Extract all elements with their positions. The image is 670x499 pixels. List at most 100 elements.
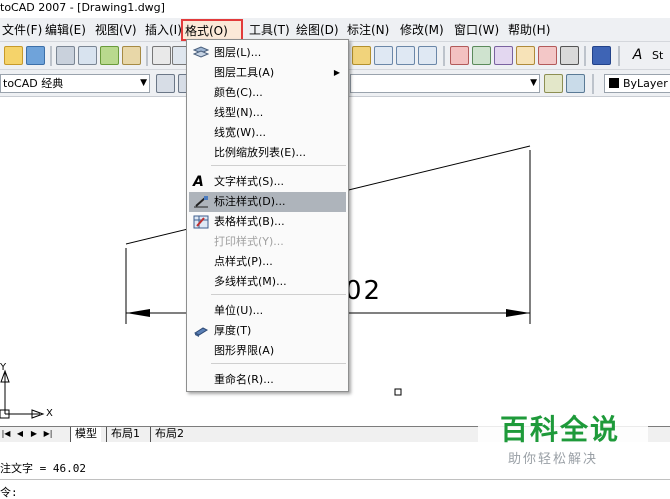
sheet-set-icon[interactable] [516, 46, 535, 65]
markup-icon[interactable] [538, 46, 557, 65]
plot-icon[interactable] [56, 46, 75, 65]
ucs-y-label: Y [0, 362, 7, 373]
tab-first-icon[interactable]: |◀ [0, 428, 12, 440]
menu-item-units[interactable]: 单位(U)... [189, 301, 346, 321]
menu-item-drawing-limits[interactable]: 图形界限(A) [189, 341, 346, 361]
dimension-style-icon [193, 195, 209, 209]
toolbar-separator [584, 46, 586, 66]
window-title: toCAD 2007 - [Drawing1.dwg] [0, 0, 670, 18]
3d-dwf-icon[interactable] [122, 46, 141, 65]
workspace-value: toCAD 经典 [3, 77, 64, 90]
plot-preview-icon[interactable] [78, 46, 97, 65]
tab-prev-icon[interactable]: ◀ [14, 428, 26, 440]
tab-layout2[interactable]: 布局2 [150, 427, 188, 442]
menu-item-color-label: 颜色(C)... [214, 86, 263, 99]
tab-next-icon[interactable]: ▶ [28, 428, 40, 440]
command-prompt[interactable]: 令: [0, 484, 18, 499]
layers-icon [192, 46, 210, 60]
color-select[interactable]: ByLayer [604, 74, 670, 93]
dimension-text: 02 [345, 276, 383, 306]
calculator-icon[interactable] [560, 46, 579, 65]
menu-item-multiline-style-label: 多线样式(M)... [214, 275, 287, 288]
cursor-pickbox-icon [394, 388, 402, 396]
menu-item-layer-tools-label: 图层工具(A) [214, 66, 275, 79]
menu-modify[interactable]: 修改(M) [398, 21, 446, 39]
publish-icon[interactable] [100, 46, 119, 65]
format-menu: 图层(L)... 图层工具(A) ▶ 颜色(C)... 线型(N)... 线宽(… [186, 39, 349, 392]
cut-icon[interactable] [152, 46, 171, 65]
tab-last-icon[interactable]: ▶| [42, 428, 54, 440]
menu-item-dimension-style[interactable]: 标注样式(D)... [189, 192, 346, 212]
menu-dimension[interactable]: 标注(N) [345, 21, 391, 39]
menu-tools[interactable]: 工具(T) [247, 21, 292, 39]
menu-view[interactable]: 视图(V) [93, 21, 139, 39]
qnew-icon[interactable] [4, 46, 23, 65]
properties-icon[interactable] [450, 46, 469, 65]
menu-item-rename[interactable]: 重命名(R)... [189, 370, 346, 390]
menu-format[interactable]: 格式(O) [181, 19, 243, 41]
menu-item-plot-style: 打印样式(Y)... [189, 232, 346, 252]
help-icon[interactable] [592, 46, 611, 65]
tab-layout1[interactable]: 布局1 [106, 427, 144, 442]
menu-file[interactable]: 文件(F) [0, 21, 44, 39]
menu-item-text-style-label: 文字样式(S)... [214, 175, 285, 188]
table-style-icon [193, 215, 209, 229]
tab-model[interactable]: 模型 [70, 427, 101, 442]
zoom-window-icon[interactable] [396, 46, 415, 65]
menu-item-thickness[interactable]: 厚度(T) [189, 321, 346, 341]
menu-separator [211, 363, 346, 364]
zoom-previous-icon[interactable] [418, 46, 437, 65]
menu-item-layer-tools[interactable]: 图层工具(A) ▶ [189, 63, 346, 83]
toolbar-separator [146, 46, 148, 66]
menu-separator [211, 165, 346, 166]
menu-item-color[interactable]: 颜色(C)... [189, 83, 346, 103]
menu-insert[interactable]: 插入(I) [143, 21, 184, 39]
toolbar-separator [618, 46, 620, 66]
menu-item-table-style[interactable]: 表格样式(B)... [189, 212, 346, 232]
text-style-toolbar-icon[interactable]: A [628, 46, 647, 65]
command-history-line: 注文字 = 46.02 [0, 462, 86, 475]
menu-item-layer[interactable]: 图层(L)... [189, 43, 346, 63]
toolbar-separator [50, 46, 52, 66]
layer-previous-icon[interactable] [566, 74, 585, 93]
menu-item-table-style-label: 表格样式(B)... [214, 215, 285, 228]
save-icon[interactable] [26, 46, 45, 65]
color-swatch [609, 78, 619, 88]
menu-item-linetype[interactable]: 线型(N)... [189, 103, 346, 123]
make-layer-current-icon[interactable] [544, 74, 563, 93]
menu-item-layer-label: 图层(L)... [214, 46, 262, 59]
workspace-select[interactable]: toCAD 经典 ▼ [0, 74, 150, 93]
chevron-down-icon: ▼ [140, 78, 147, 88]
menu-separator [211, 294, 346, 295]
design-center-icon[interactable] [472, 46, 491, 65]
menu-item-units-label: 单位(U)... [214, 304, 264, 317]
color-value: ByLayer [623, 77, 668, 90]
menu-item-text-style[interactable]: A 文字样式(S)... [189, 172, 346, 192]
watermark-subtitle: 助你轻松解决 [508, 452, 599, 467]
watermark-logo: 百科全说 助你轻松解决 [478, 406, 648, 472]
tool-palettes-icon[interactable] [494, 46, 513, 65]
menu-item-lineweight-label: 线宽(W)... [214, 126, 266, 139]
menu-item-dimension-style-label: 标注样式(D)... [214, 195, 286, 208]
menu-item-scale-list[interactable]: 比例缩放列表(E)... [189, 143, 346, 163]
layer-select[interactable]: ▼ [350, 74, 540, 93]
text-style-combo[interactable]: St [652, 49, 663, 62]
menu-draw[interactable]: 绘图(D) [294, 21, 341, 39]
dimension-arrow-right-icon [506, 309, 530, 317]
menu-item-point-style[interactable]: 点样式(P)... [189, 252, 346, 272]
toolbar-separator [443, 46, 445, 66]
zoom-realtime-icon[interactable] [374, 46, 393, 65]
menu-item-drawing-limits-label: 图形界限(A) [214, 344, 275, 357]
menu-item-multiline-style[interactable]: 多线样式(M)... [189, 272, 346, 292]
menu-edit[interactable]: 编辑(E) [43, 21, 88, 39]
thickness-icon [193, 324, 209, 338]
toolbar-separator [592, 74, 594, 94]
menu-window[interactable]: 窗口(W) [452, 21, 501, 39]
workspace-settings-icon[interactable] [156, 74, 175, 93]
menu-help[interactable]: 帮助(H) [506, 21, 552, 39]
pan-icon[interactable] [352, 46, 371, 65]
menu-item-lineweight[interactable]: 线宽(W)... [189, 123, 346, 143]
watermark-title: 百科全说 [500, 413, 621, 446]
menu-item-thickness-label: 厚度(T) [214, 324, 252, 337]
command-divider [0, 479, 670, 480]
